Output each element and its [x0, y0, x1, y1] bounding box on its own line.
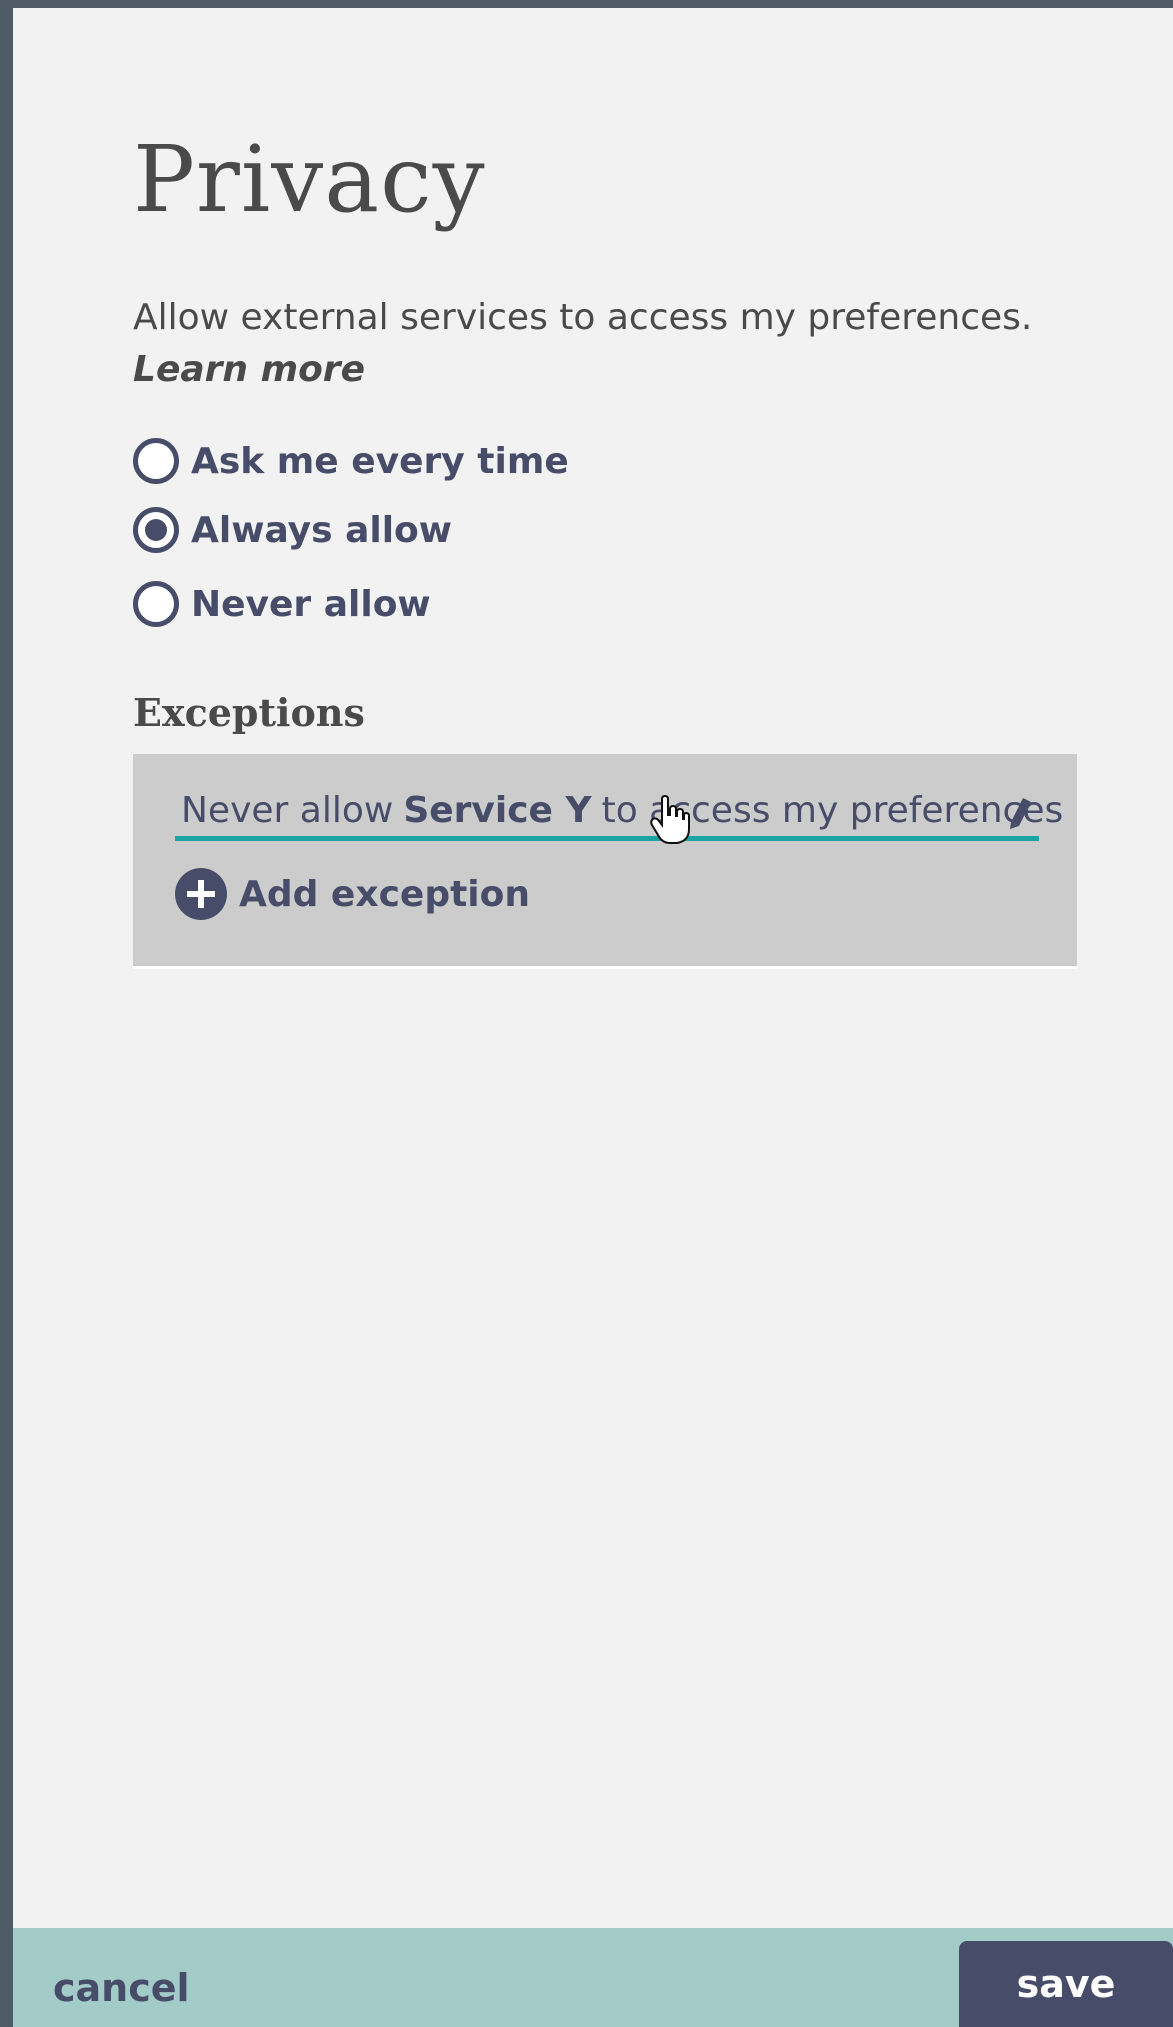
option-ask-every-time[interactable]: Ask me every time [133, 433, 569, 489]
page-title: Privacy [133, 126, 486, 233]
option-label: Never allow [191, 583, 431, 625]
footer-bar: cancel save [13, 1928, 1173, 2027]
cancel-button[interactable]: cancel [53, 1966, 190, 2010]
radio-unchecked-icon[interactable] [133, 581, 179, 627]
radio-unchecked-icon[interactable] [133, 438, 179, 484]
exception-prefix: Never allow [181, 789, 394, 831]
learn-more-link[interactable]: Learn more [133, 344, 365, 396]
exception-item[interactable]: Never allow Service Y to access my prefe… [175, 784, 1063, 841]
add-exception-button[interactable]: Add exception [175, 868, 530, 920]
option-label: Always allow [191, 509, 453, 551]
exception-service: Service Y [403, 789, 592, 831]
pencil-icon[interactable] [1007, 796, 1035, 830]
add-exception-label: Add exception [239, 873, 531, 915]
plus-circle-icon [175, 868, 227, 920]
option-label: Ask me every time [191, 440, 569, 482]
radio-checked-icon[interactable] [133, 507, 179, 553]
description-text: Allow external services to access my pre… [133, 297, 1033, 338]
exceptions-list: Never allow Service Y to access my prefe… [133, 754, 1077, 969]
option-never-allow[interactable]: Never allow [133, 576, 431, 632]
save-button[interactable]: save [959, 1941, 1173, 2027]
privacy-panel: Privacy Allow external services to acces… [13, 8, 1173, 2027]
exceptions-heading: Exceptions [133, 690, 365, 735]
option-always-allow[interactable]: Always allow [133, 502, 452, 558]
hand-cursor-icon [650, 795, 690, 844]
